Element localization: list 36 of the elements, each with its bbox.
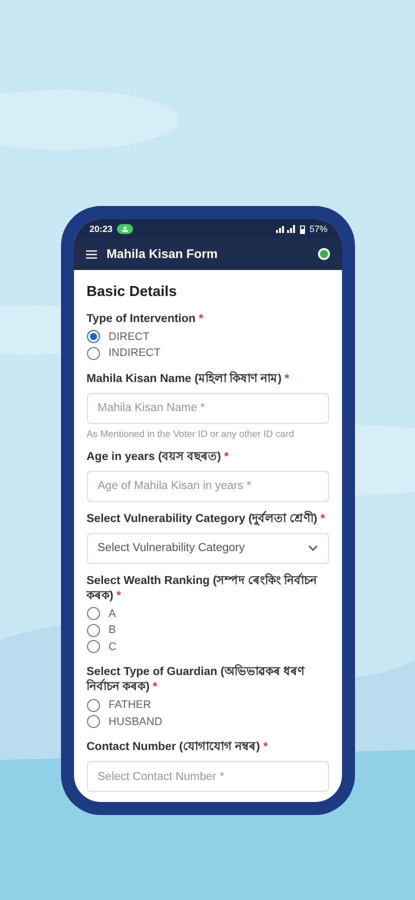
input-field[interactable]: Select Contact Number * <box>86 761 328 792</box>
option-label: DIRECT <box>108 330 150 343</box>
option-label: INDIRECT <box>108 347 160 360</box>
field-label: Contact Number (যোগাযোগ নম্বৰ) * <box>86 740 269 755</box>
field-label: Select Wealth Ranking (সম্পদ ৰেংকিং নিৰ্বাচন কৰক) * <box>86 574 318 604</box>
status-time: 20:23 <box>90 224 113 234</box>
signal-icon <box>276 225 296 234</box>
input-field[interactable]: Age of Mahila Kisan in years * <box>86 470 328 502</box>
option-label: HUSBAND <box>108 716 162 728</box>
field-label: Type of Intervention * <box>86 312 204 326</box>
radio-button[interactable] <box>86 624 100 637</box>
menu-icon[interactable] <box>86 250 96 259</box>
option-label: C <box>108 640 116 653</box>
call-icon <box>116 224 133 234</box>
status-dot <box>318 248 330 260</box>
battery-level: 57% <box>309 224 328 234</box>
option-label: FATHER <box>108 699 152 712</box>
option-label: B <box>108 624 116 636</box>
app-title: Mahila Kisan Form <box>106 247 219 262</box>
radio-button[interactable] <box>86 715 100 728</box>
section-title: Basic Details <box>86 284 178 300</box>
field-label: Age in years (বয়স বছৰত) * <box>86 450 230 464</box>
radio-button[interactable] <box>86 346 100 360</box>
field-label: Mahila Kisan Name (মহিলা কিষাণ নাম) * <box>86 372 290 386</box>
helper-text: As Mentioned in the Voter ID or any other ID card <box>86 428 296 440</box>
option-label: A <box>108 608 116 620</box>
radio-button[interactable] <box>86 640 100 654</box>
radio-button[interactable] <box>86 698 100 712</box>
battery-icon <box>300 224 306 234</box>
field-label: Select Type of Guardian (অভিভাৱকৰ ধৰণ নিৰ্বাচন কৰক) * <box>86 665 306 695</box>
input-field[interactable]: Mahila Kisan Name * <box>86 392 328 424</box>
field-label: Select Vulnerability Category (দুৰ্বলতা শ্ৰেণী) * <box>86 512 326 526</box>
radio-button[interactable] <box>86 607 100 620</box>
dropdown[interactable]: Select Vulnerability Category <box>86 532 328 564</box>
chevron-down-icon <box>308 545 318 551</box>
radio-button[interactable] <box>86 330 100 344</box>
